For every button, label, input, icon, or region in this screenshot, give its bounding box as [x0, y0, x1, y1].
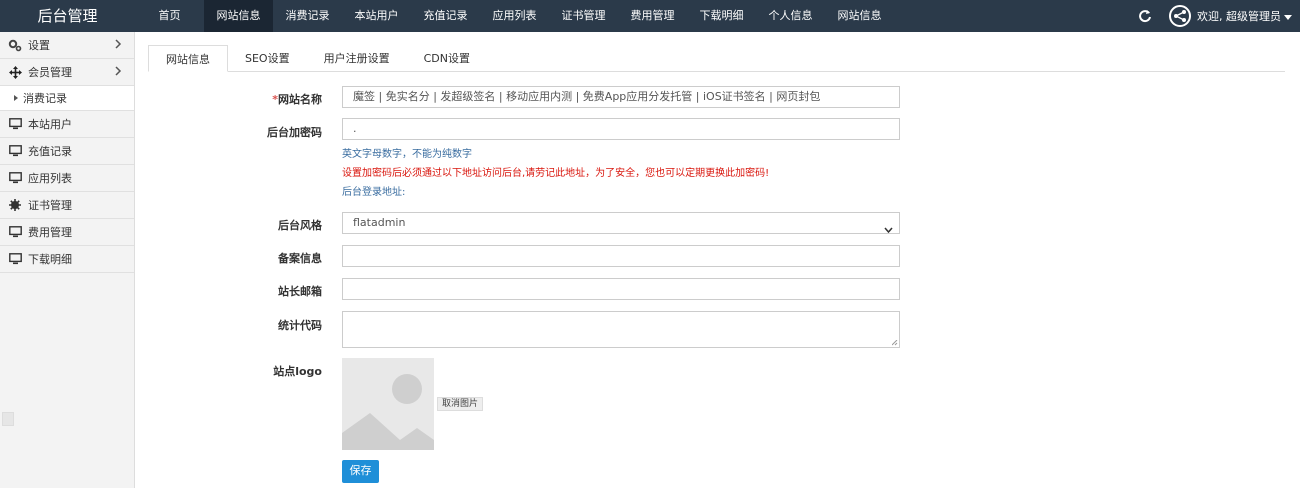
- form-row-site-name: *网站名称 魔签 | 免实名分 | 发超级签名 | 移动应用内测 | 免费App…: [148, 86, 908, 110]
- gear-icon: [8, 198, 22, 212]
- sidebar: 设置 会员管理 消费记录 本站用户充值记录应用列表证书管理费用管理下载明细: [0, 32, 135, 488]
- sidebar-subitem-label: 消费记录: [23, 92, 67, 105]
- admin-pass-label: 后台加密码: [267, 126, 322, 139]
- top-bar: 后台管理 首页 网站信息 消费记录 本站用户 充值记录 应用列表 证书管理 费用管理 下载明细个…: [0, 0, 1300, 32]
- top-nav: 首页 网站信息 消费记录 本站用户 充值记录 应用列表 证书管理 费用管理 下载明细 个人信息 网站…: [135, 0, 894, 32]
- sidebar-subitem-consumption[interactable]: 消费记录: [0, 86, 134, 111]
- nav-item-6[interactable]: 证书管理: [549, 0, 618, 32]
- caret-right-icon: [14, 95, 18, 101]
- stats-code-textarea[interactable]: [342, 311, 900, 348]
- email-label: 站长邮箱: [278, 285, 322, 298]
- style-select-value: flatadmin: [353, 216, 406, 229]
- logo-placeholder-image[interactable]: [342, 358, 434, 450]
- settings-tabs: 网站信息 SEO设置 用户注册设置 CDN设置: [148, 45, 1285, 72]
- icp-input[interactable]: [342, 245, 900, 267]
- nav-item-3[interactable]: 本站用户: [342, 0, 411, 32]
- nav-item-0[interactable]: 首页: [135, 0, 204, 32]
- scroll-handle[interactable]: [2, 412, 14, 426]
- site-name-label-text: 网站名称: [278, 93, 322, 106]
- stats-label: 统计代码: [278, 319, 322, 332]
- monitor-icon: [8, 171, 22, 185]
- sidebar-item-label: 应用列表: [28, 172, 72, 185]
- sidebar-item-4[interactable]: 费用管理: [0, 219, 134, 246]
- gears-icon: [8, 38, 22, 52]
- tab-2[interactable]: 用户注册设置: [307, 45, 407, 72]
- style-label: 后台风格: [278, 219, 322, 232]
- monitor-icon: [8, 225, 22, 239]
- chevron-down-icon: [884, 220, 893, 240]
- avatar[interactable]: [1169, 5, 1191, 27]
- form-row-logo: 站点logo: [148, 362, 908, 382]
- site-name-input[interactable]: 魔签 | 免实名分 | 发超级签名 | 移动应用内测 | 免费App应用分发托管…: [342, 86, 900, 108]
- sidebar-item-settings[interactable]: 设置: [0, 32, 134, 59]
- tab-0[interactable]: 网站信息: [148, 45, 228, 72]
- resize-handle-icon: [892, 340, 898, 346]
- pass-warning-text: 设置加密码后必须通过以下地址访问后台,请劳记此地址，为了安全，您也可以定期更换此…: [342, 168, 770, 179]
- pass-help-text: 英文字母数字，不能为纯数字: [342, 149, 472, 160]
- sidebar-item-label: 充值记录: [28, 145, 72, 158]
- monitor-icon: [8, 117, 22, 131]
- monitor-icon: [8, 252, 22, 266]
- sidebar-item-label: 设置: [28, 39, 50, 52]
- sidebar-item-0[interactable]: 本站用户: [0, 111, 134, 138]
- form-row-icp: 备案信息: [148, 245, 908, 269]
- nav-item-4[interactable]: 充值记录: [411, 0, 480, 32]
- nav-item-5[interactable]: 应用列表: [480, 0, 549, 32]
- tab-3[interactable]: CDN设置: [407, 45, 487, 72]
- sidebar-item-members[interactable]: 会员管理: [0, 59, 134, 86]
- user-area: 欢迎, 超级管理员: [1135, 0, 1292, 32]
- logo-label: 站点logo: [273, 365, 322, 378]
- email-input[interactable]: [342, 278, 900, 300]
- image-placeholder-icon: [342, 374, 434, 450]
- sidebar-item-label: 费用管理: [28, 226, 72, 239]
- sidebar-item-label: 本站用户: [28, 118, 72, 131]
- sidebar-item-label: 下载明细: [28, 253, 72, 266]
- chevron-right-icon: [115, 39, 122, 52]
- form-row-stats: 统计代码: [148, 311, 908, 349]
- sidebar-item-1[interactable]: 充值记录: [0, 138, 134, 165]
- tab-1[interactable]: SEO设置: [228, 45, 307, 72]
- brand-title: 后台管理: [37, 7, 98, 25]
- save-button[interactable]: 保存: [342, 460, 379, 483]
- welcome-text: 欢迎, 超级管理员: [1197, 10, 1281, 23]
- sidebar-item-5[interactable]: 下载明细: [0, 246, 134, 273]
- move-arrows-icon: [8, 65, 22, 79]
- nav-item-2[interactable]: 消费记录: [273, 0, 342, 32]
- welcome-menu[interactable]: 欢迎, 超级管理员: [1197, 8, 1292, 24]
- nav-item-7[interactable]: 费用管理: [618, 0, 687, 32]
- admin-pass-input[interactable]: .: [342, 118, 900, 140]
- style-select[interactable]: flatadmin: [342, 212, 900, 234]
- monitor-icon: [8, 144, 22, 158]
- caret-down-icon: [1284, 14, 1292, 20]
- nav-item-9[interactable]: 个人信息: [756, 0, 825, 32]
- nav-item-8[interactable]: 下载明细: [687, 0, 756, 32]
- nav-item-1[interactable]: 网站信息: [204, 0, 273, 32]
- form-row-email: 站长邮箱: [148, 278, 908, 302]
- sidebar-item-label: 证书管理: [28, 199, 72, 212]
- form-row-admin-pass: 后台加密码 . 英文字母数字，不能为纯数字 设置加密码后必须通过以下地址访问后台…: [148, 118, 908, 208]
- nav-item-10[interactable]: 网站信息: [825, 0, 894, 32]
- icp-label: 备案信息: [278, 252, 322, 265]
- cancel-image-button[interactable]: 取消图片: [437, 397, 484, 411]
- login-address-text: 后台登录地址:: [342, 187, 406, 198]
- site-name-label: *网站名称: [148, 91, 322, 107]
- form-row-style: 后台风格 flatadmin: [148, 212, 908, 236]
- chevron-right-icon: [115, 66, 122, 79]
- sidebar-item-2[interactable]: 应用列表: [0, 165, 134, 192]
- refresh-icon[interactable]: [1135, 6, 1155, 26]
- sidebar-item-3[interactable]: 证书管理: [0, 192, 134, 219]
- sidebar-item-label: 会员管理: [28, 66, 72, 79]
